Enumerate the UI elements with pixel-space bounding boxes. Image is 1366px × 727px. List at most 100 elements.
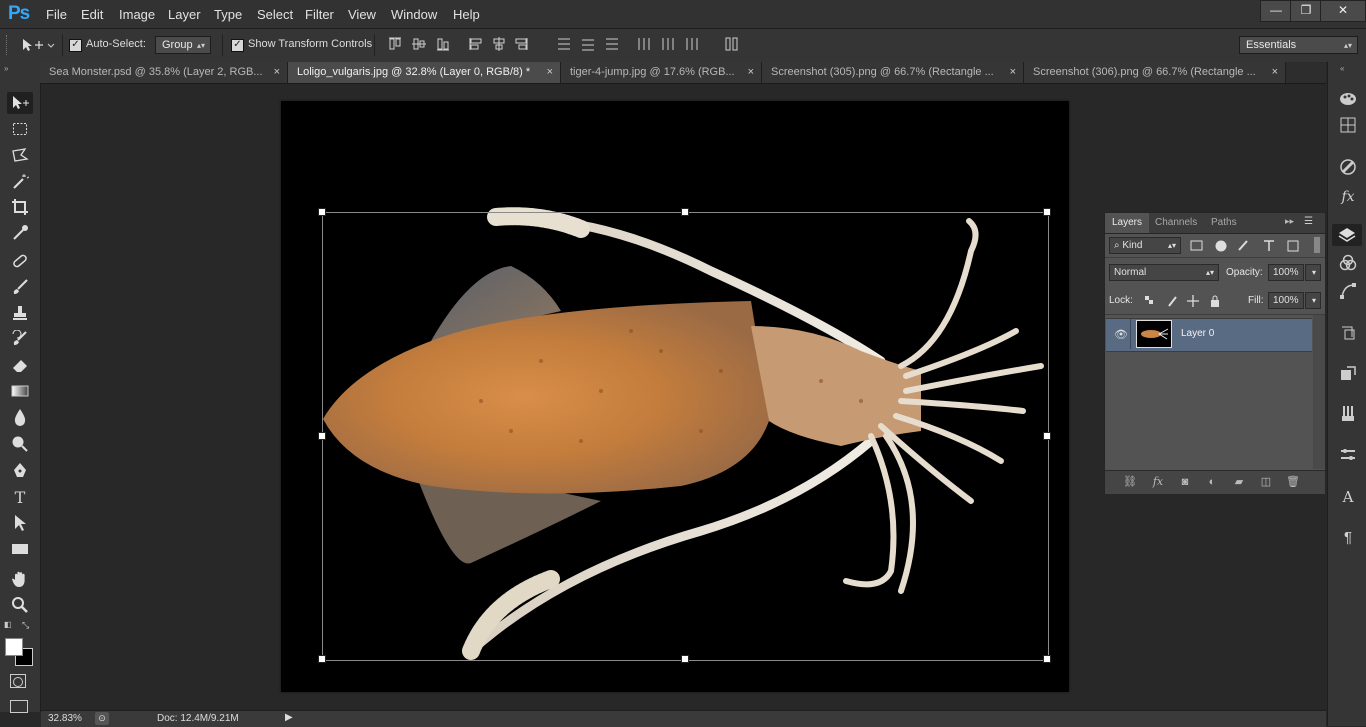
transform-handle[interactable] xyxy=(318,208,326,216)
move-tool-icon[interactable] xyxy=(7,92,33,114)
default-colors-icon[interactable]: ◧ xyxy=(4,620,12,629)
close-tab-icon[interactable]: × xyxy=(274,62,280,83)
swap-colors-icon[interactable]: ⤡ xyxy=(22,620,29,631)
adjustment-layer-icon[interactable]: ◐ xyxy=(1204,474,1220,490)
add-mask-icon[interactable]: ◙ xyxy=(1177,474,1193,490)
collapse-icon[interactable]: « xyxy=(1340,64,1344,73)
status-menu-arrow-icon[interactable]: ▶ xyxy=(285,712,293,723)
transform-handle[interactable] xyxy=(318,432,326,440)
close-tab-icon[interactable]: × xyxy=(748,62,754,83)
transform-handle[interactable] xyxy=(681,655,689,663)
new-layer-icon[interactable]: ◫ xyxy=(1258,474,1274,490)
foreground-color-swatch[interactable] xyxy=(5,638,23,656)
menu-select[interactable]: Select xyxy=(257,7,293,22)
zoom-level[interactable]: 32.83% xyxy=(48,713,82,724)
zoom-icon[interactable] xyxy=(7,594,33,616)
link-layers-icon[interactable]: ⛓ xyxy=(1122,474,1138,490)
close-tab-icon[interactable]: × xyxy=(547,62,553,83)
dodge-icon[interactable] xyxy=(7,432,33,454)
menu-view[interactable]: View xyxy=(348,7,376,22)
opacity-input[interactable]: 100% xyxy=(1268,264,1304,281)
collapse-icon[interactable]: » xyxy=(4,64,8,73)
layer-filter-icons[interactable] xyxy=(1189,238,1309,254)
workspace-dropdown[interactable]: Essentials ▴▾ xyxy=(1239,36,1358,54)
menu-help[interactable]: Help xyxy=(453,7,480,22)
tab-layers[interactable]: Layers xyxy=(1105,213,1150,233)
menu-image[interactable]: Image xyxy=(119,7,155,22)
crop-icon[interactable] xyxy=(7,196,33,218)
styles-icon[interactable]: fx xyxy=(1337,186,1359,208)
clone-source-icon[interactable] xyxy=(1337,444,1359,466)
panel-menu-icon[interactable]: ☰ xyxy=(1304,216,1313,227)
minimize-button[interactable]: — xyxy=(1260,0,1292,22)
history-icon[interactable] xyxy=(1337,322,1359,344)
layer-row[interactable]: 👁 Layer 0 xyxy=(1106,318,1312,352)
screen-mode-icon[interactable] xyxy=(10,700,28,713)
pen-icon[interactable] xyxy=(7,460,33,482)
lock-icons[interactable] xyxy=(1143,293,1223,309)
transform-bounding-box[interactable] xyxy=(322,212,1049,661)
menu-filter[interactable]: Filter xyxy=(305,7,334,22)
tab-screenshot-306[interactable]: Screenshot (306).png @ 66.7% (Rectangle … xyxy=(1024,62,1286,83)
properties-icon[interactable] xyxy=(1337,362,1359,384)
transform-handle[interactable] xyxy=(681,208,689,216)
blur-icon[interactable] xyxy=(7,406,33,428)
fx-icon[interactable]: fx xyxy=(1150,474,1166,490)
transform-handle[interactable] xyxy=(1043,655,1051,663)
fill-slider-button[interactable]: ▾ xyxy=(1305,292,1321,309)
fill-input[interactable]: 100% xyxy=(1268,292,1304,309)
close-tab-icon[interactable]: × xyxy=(1272,62,1278,83)
eyedropper-icon[interactable] xyxy=(7,222,33,244)
tool-preset-picker[interactable] xyxy=(20,36,56,54)
magic-wand-icon[interactable] xyxy=(7,170,33,192)
tab-channels[interactable]: Channels xyxy=(1148,213,1204,233)
adjustments-icon[interactable] xyxy=(1337,156,1359,178)
document-canvas[interactable] xyxy=(281,101,1069,692)
swatches-icon[interactable] xyxy=(1337,114,1359,136)
transform-handle[interactable] xyxy=(1043,432,1051,440)
auto-select-dropdown[interactable]: Group ▴▾ xyxy=(155,36,211,54)
gradient-icon[interactable] xyxy=(7,380,33,402)
color-icon[interactable] xyxy=(1337,88,1359,110)
type-icon[interactable]: T xyxy=(7,486,33,508)
new-group-icon[interactable]: ▰ xyxy=(1231,474,1247,490)
eraser-icon[interactable] xyxy=(7,354,33,376)
layers-scrollbar[interactable] xyxy=(1313,315,1325,469)
polygonal-lasso-icon[interactable] xyxy=(7,144,33,166)
tab-loligo-vulgaris[interactable]: Loligo_vulgaris.jpg @ 32.8% (Layer 0, RG… xyxy=(288,62,561,83)
path-selection-icon[interactable] xyxy=(7,512,33,534)
brush-icon[interactable] xyxy=(7,276,33,298)
share-icon[interactable]: ⊙ xyxy=(95,712,109,725)
channels-icon[interactable] xyxy=(1337,252,1359,274)
tab-screenshot-305[interactable]: Screenshot (305).png @ 66.7% (Rectangle … xyxy=(762,62,1024,83)
history-brush-icon[interactable] xyxy=(7,328,33,350)
layers-icon[interactable] xyxy=(1332,224,1362,246)
layer-name[interactable]: Layer 0 xyxy=(1181,328,1214,339)
rectangle-icon[interactable] xyxy=(7,538,33,560)
delete-layer-icon[interactable]: 🗑 xyxy=(1285,474,1301,490)
hand-icon[interactable] xyxy=(7,568,33,590)
paths-icon[interactable] xyxy=(1337,280,1359,302)
tab-paths[interactable]: Paths xyxy=(1204,213,1244,233)
tab-tiger-jump[interactable]: tiger-4-jump.jpg @ 17.6% (RGB... × xyxy=(561,62,762,83)
opacity-slider-button[interactable]: ▾ xyxy=(1305,264,1321,281)
close-button[interactable]: ✕ xyxy=(1320,0,1366,22)
menu-file[interactable]: File xyxy=(46,7,67,22)
menu-window[interactable]: Window xyxy=(391,7,437,22)
tab-sea-monster[interactable]: Sea Monster.psd @ 35.8% (Layer 2, RGB...… xyxy=(40,62,288,83)
brush-presets-icon[interactable] xyxy=(1337,402,1359,424)
menu-type[interactable]: Type xyxy=(214,7,242,22)
blend-mode-dropdown[interactable]: Normal ▴▾ xyxy=(1109,264,1219,281)
eye-icon[interactable]: 👁 xyxy=(1114,328,1128,341)
close-tab-icon[interactable]: × xyxy=(1010,62,1016,83)
filter-kind-dropdown[interactable]: ⌕ Kind ▴▾ xyxy=(1109,237,1181,254)
quick-mask-icon[interactable] xyxy=(10,674,26,688)
character-icon[interactable]: A xyxy=(1337,486,1359,508)
collapse-panel-icon[interactable]: ▸▸ xyxy=(1285,216,1294,227)
align-distribute-icons[interactable] xyxy=(388,36,758,56)
rectangular-marquee-icon[interactable] xyxy=(7,118,33,140)
transform-handle[interactable] xyxy=(318,655,326,663)
menu-layer[interactable]: Layer xyxy=(168,7,201,22)
auto-select-checkbox[interactable]: ✓ xyxy=(69,39,82,52)
show-transform-checkbox[interactable]: ✓ xyxy=(231,39,244,52)
